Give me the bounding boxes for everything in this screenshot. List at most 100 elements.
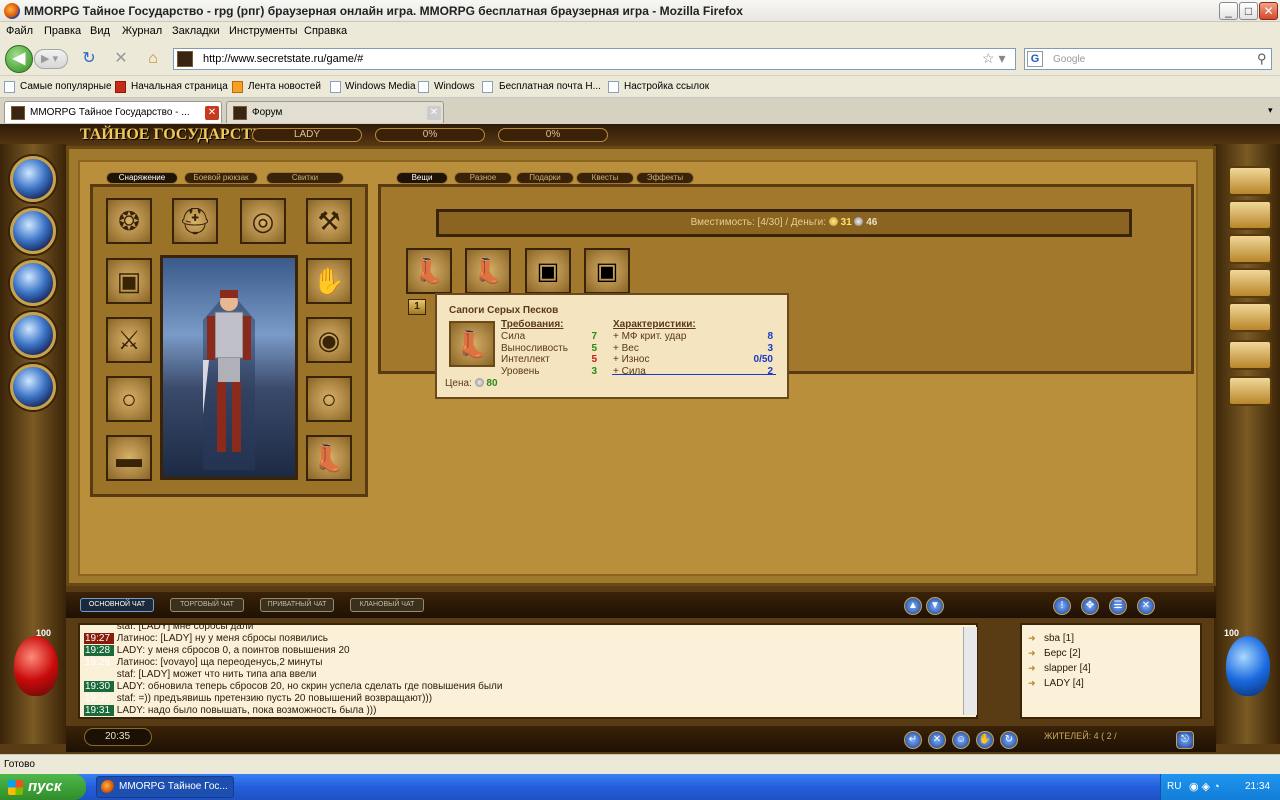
chat-scrollbar[interactable] bbox=[963, 627, 977, 715]
users-icon[interactable]: ☰ bbox=[1109, 597, 1127, 615]
stop-icon[interactable]: ✕ bbox=[112, 50, 130, 68]
scroll-down-icon[interactable]: ▼ bbox=[926, 597, 944, 615]
close-button[interactable]: ✕ bbox=[1259, 2, 1278, 20]
reload-icon[interactable]: ↻ bbox=[80, 50, 98, 68]
tab-misc[interactable]: Разное bbox=[454, 172, 512, 184]
inventory-item-armor-2[interactable]: ▣ bbox=[584, 248, 630, 294]
tray-icons[interactable]: ◉ ◈ ◔ bbox=[1189, 780, 1220, 793]
firefox-icon bbox=[101, 780, 115, 794]
tab-effects[interactable]: Эффекты bbox=[636, 172, 694, 184]
tab-close-icon[interactable]: ✕ bbox=[427, 106, 441, 120]
taskbar-item-firefox[interactable]: MMORPG Тайное Гос... bbox=[96, 776, 234, 798]
bookmark-windows-media[interactable]: Windows Media bbox=[345, 81, 416, 92]
tab-list-icon[interactable]: ▾ bbox=[1268, 105, 1273, 116]
skills-menu-icon[interactable] bbox=[10, 312, 56, 358]
gloves-slot[interactable]: ✋ bbox=[306, 258, 352, 304]
bookmark-customize-links[interactable]: Настройка ссылок bbox=[624, 81, 709, 92]
mail-button[interactable] bbox=[1228, 376, 1272, 406]
tab-equipment[interactable]: Снаряжение bbox=[106, 172, 178, 184]
sword-slot[interactable]: ⚔ bbox=[106, 317, 152, 363]
cancel-icon[interactable]: ✕ bbox=[928, 731, 946, 749]
url-bar[interactable]: http://www.secretstate.ru/game/# ☆ ▾ bbox=[173, 48, 1016, 70]
helmet-slot[interactable]: ⛑ bbox=[172, 198, 218, 244]
search-icon[interactable]: ⚲ bbox=[1257, 51, 1267, 67]
user-item[interactable]: sba [1] bbox=[1044, 633, 1074, 644]
tab-quests[interactable]: Квесты bbox=[576, 172, 634, 184]
menu-edit[interactable]: Правка bbox=[44, 25, 81, 37]
page-button[interactable]: 1 bbox=[408, 299, 426, 315]
tab-forum[interactable]: Форум ✕ bbox=[226, 101, 444, 123]
close-chat-icon[interactable]: ✕ bbox=[1137, 597, 1155, 615]
map-menu-icon[interactable] bbox=[10, 364, 56, 410]
weapon-slot[interactable]: ⚒ bbox=[306, 198, 352, 244]
settings-icon[interactable]: ✥ bbox=[1081, 597, 1099, 615]
inventory-item-boots[interactable]: 👢 bbox=[406, 248, 452, 294]
minimize-button[interactable]: _ bbox=[1219, 2, 1238, 20]
back-arrow-button[interactable] bbox=[1228, 166, 1272, 196]
enter-icon[interactable]: ↵ bbox=[904, 731, 922, 749]
menu-history[interactable]: Журнал bbox=[122, 25, 162, 37]
chat-tab-clan[interactable]: КЛАНОВЫЙ ЧАТ bbox=[350, 598, 424, 612]
bookmark-news-feed[interactable]: Лента новостей bbox=[248, 81, 321, 92]
chat-text: staf: =)) предъявишь претензию пусть 20 … bbox=[116, 693, 433, 704]
chat-tab-trade[interactable]: ТОРГОВЫЙ ЧАТ bbox=[170, 598, 244, 612]
belt-slot[interactable]: ▬ bbox=[106, 435, 152, 481]
language-indicator[interactable]: RU bbox=[1167, 781, 1181, 792]
forward-button[interactable]: ▶ ▾ bbox=[34, 49, 68, 69]
back-button[interactable]: ◀ bbox=[5, 45, 33, 73]
eye-button[interactable] bbox=[1228, 340, 1272, 370]
maximize-button[interactable]: □ bbox=[1239, 2, 1258, 20]
bookmark-windows[interactable]: Windows bbox=[434, 81, 475, 92]
bookmark-icon bbox=[418, 81, 429, 93]
bookmark-start-page[interactable]: Начальная страница bbox=[131, 81, 228, 92]
menu-bookmarks[interactable]: Закладки bbox=[172, 25, 220, 37]
inventory-item-armor[interactable]: ▣ bbox=[525, 248, 571, 294]
tab-gifts[interactable]: Подарки bbox=[516, 172, 574, 184]
bookmark-star-icon[interactable]: ☆ ▾ bbox=[982, 50, 1005, 67]
menu-help[interactable]: Справка bbox=[304, 25, 347, 37]
menu-file[interactable]: Файл bbox=[6, 25, 33, 37]
chat-tab-main[interactable]: ОСНОВНОЙ ЧАТ bbox=[80, 598, 154, 612]
smiley-icon[interactable]: ☺ bbox=[952, 731, 970, 749]
start-button[interactable]: пуск bbox=[0, 774, 86, 800]
hand-icon[interactable]: ✋ bbox=[976, 731, 994, 749]
ring-slot-2[interactable]: ○ bbox=[306, 376, 352, 422]
inventory-item-boots-2[interactable]: 👢 bbox=[465, 248, 511, 294]
exit-icon[interactable]: ⎋ bbox=[1176, 731, 1194, 749]
ring-slot-1[interactable]: ○ bbox=[106, 376, 152, 422]
scroll-up-icon[interactable]: ▲ bbox=[904, 597, 922, 615]
chat-tab-private[interactable]: ПРИВАТНЫЙ ЧАТ bbox=[260, 598, 334, 612]
bookmark-most-visited[interactable]: Самые популярные bbox=[20, 81, 112, 92]
tab-items[interactable]: Вещи bbox=[396, 172, 448, 184]
user-item[interactable]: slapper [4] bbox=[1044, 663, 1091, 674]
alert-icon[interactable]: ! bbox=[1053, 597, 1071, 615]
search-box[interactable]: G Google ⚲ bbox=[1024, 48, 1272, 70]
character-menu-icon[interactable] bbox=[10, 156, 56, 202]
menu-tools[interactable]: Инструменты bbox=[229, 25, 298, 37]
inventory-menu-icon[interactable] bbox=[10, 208, 56, 254]
home-icon[interactable]: ⌂ bbox=[144, 50, 162, 68]
tab-game[interactable]: MMORPG Тайное Государство - ... ✕ bbox=[4, 101, 222, 123]
bookmark-free-mail[interactable]: Бесплатная почта H... bbox=[499, 81, 601, 92]
bag-menu-icon[interactable] bbox=[10, 260, 56, 306]
boots-slot[interactable]: 👢 bbox=[306, 435, 352, 481]
chat-line: 19:31 LADY: надо было повышать, пока воз… bbox=[84, 705, 376, 716]
amulet-slot[interactable]: ❂ bbox=[106, 198, 152, 244]
menu-view[interactable]: Вид bbox=[90, 25, 110, 37]
char-label: + МФ крит. удар bbox=[613, 331, 687, 342]
user-item[interactable]: Берс [2] bbox=[1044, 648, 1081, 659]
shield-slot[interactable]: ◉ bbox=[306, 317, 352, 363]
necklace-slot[interactable]: ◎ bbox=[240, 198, 286, 244]
user-item[interactable]: LADY [4] bbox=[1044, 678, 1084, 689]
transfer-button[interactable] bbox=[1228, 200, 1272, 230]
google-icon[interactable]: G bbox=[1027, 51, 1043, 67]
tab-battle-backpack[interactable]: Боевой рюкзак bbox=[184, 172, 258, 184]
tab-scrolls[interactable]: Свитки bbox=[266, 172, 344, 184]
tab-close-icon[interactable]: ✕ bbox=[205, 106, 219, 120]
shield-button[interactable] bbox=[1228, 234, 1272, 264]
refresh-icon[interactable]: ↻ bbox=[1000, 731, 1018, 749]
scroll-button[interactable] bbox=[1228, 302, 1272, 332]
user-arrow-icon: ➜ bbox=[1028, 678, 1036, 688]
armor-slot[interactable]: ▣ bbox=[106, 258, 152, 304]
characters-button[interactable] bbox=[1228, 268, 1272, 298]
